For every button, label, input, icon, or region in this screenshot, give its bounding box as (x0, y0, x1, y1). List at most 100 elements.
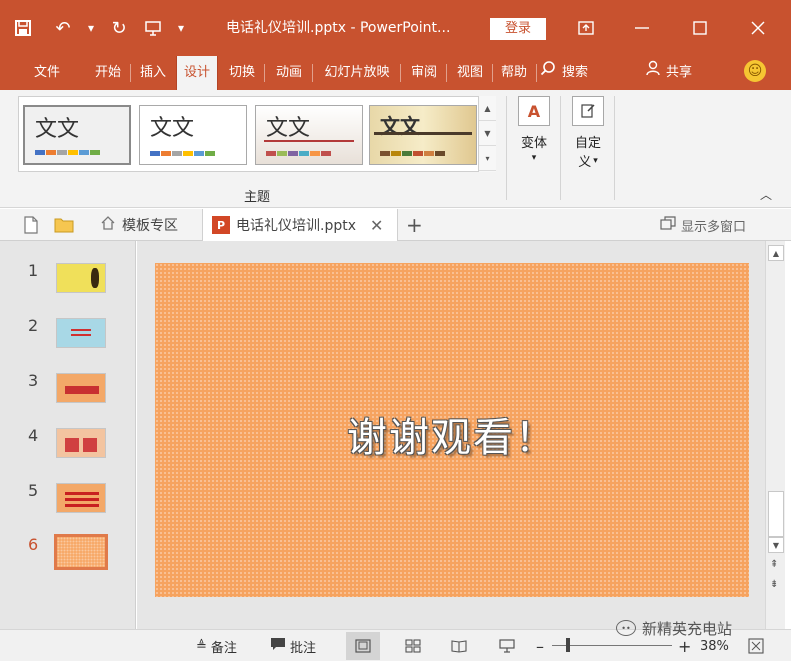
theme-option[interactable]: 文文 (255, 105, 363, 165)
slide-thumbnail-item-active[interactable]: 6 (0, 533, 136, 573)
wechat-logo-icon: •• (616, 620, 636, 636)
notes-button[interactable]: ≜ 备注 (196, 630, 237, 661)
reading-view-icon[interactable] (442, 632, 476, 660)
slide-number: 3 (28, 371, 39, 390)
slide-number: 6 (28, 535, 39, 554)
slide-thumbnail-item[interactable]: 4 (0, 424, 136, 464)
theme-color-swatches (380, 151, 445, 156)
undo-dropdown-icon[interactable]: ▾ (80, 0, 102, 56)
slide-thumbnail-item[interactable]: 2 (0, 314, 136, 354)
present-from-start-icon[interactable] (136, 0, 170, 56)
collapse-ribbon-icon[interactable]: ︿ (760, 186, 772, 203)
customize-icon (572, 96, 604, 126)
slide-thumbnail[interactable] (56, 483, 106, 513)
slide-thumbnail[interactable] (56, 373, 106, 403)
comment-icon (270, 637, 286, 655)
slide-title-text[interactable]: 谢谢观看！ (155, 405, 749, 463)
tab-separator (446, 64, 447, 82)
fit-to-window-icon[interactable] (748, 630, 764, 661)
feedback-smiley-icon[interactable]: ☺ (744, 60, 766, 82)
chevron-down-icon: ▾ (531, 153, 537, 163)
templates-tab[interactable]: 模板专区 (100, 209, 178, 241)
tab-transitions[interactable]: 切换 (222, 56, 262, 90)
ribbon-tab-bar: 文件 开始 插入 设计 切换 动画 幻灯片放映 审阅 视图 帮助 搜索 共享 (0, 56, 791, 90)
scroll-up-icon[interactable]: ▲ (768, 245, 784, 261)
variants-icon: A (518, 96, 550, 126)
share-label: 共享 (666, 65, 693, 80)
zoom-slider-knob[interactable] (566, 638, 570, 652)
open-folder-icon[interactable] (54, 209, 74, 241)
variants-button[interactable]: A 变体 ▾ (512, 96, 556, 163)
slide-thumbnail-item[interactable]: 3 (0, 369, 136, 409)
maximize-icon[interactable] (672, 0, 728, 56)
tab-review[interactable]: 审阅 (404, 56, 444, 90)
new-file-icon[interactable] (24, 209, 38, 241)
slide-thumbnail[interactable] (56, 428, 106, 458)
customize-button[interactable]: 自定 义 ▾ (566, 96, 610, 170)
undo-icon[interactable]: ↶ (46, 0, 80, 56)
redo-icon[interactable]: ↻ (102, 0, 136, 56)
scrollbar-thumb[interactable] (768, 491, 784, 537)
customize-qat-icon[interactable]: ▾ (170, 0, 192, 56)
slideshow-view-icon[interactable] (490, 632, 524, 660)
tab-design[interactable]: 设计 (176, 56, 218, 90)
new-tab-plus-icon[interactable]: + (406, 209, 423, 241)
tab-view[interactable]: 视图 (450, 56, 490, 90)
tab-slideshow[interactable]: 幻灯片放映 (316, 56, 398, 90)
tab-separator (492, 64, 493, 82)
theme-option[interactable]: 文文 (23, 105, 131, 165)
slide-sorter-view-icon[interactable] (396, 632, 430, 660)
normal-view-icon[interactable] (346, 632, 380, 660)
save-icon[interactable] (0, 0, 46, 56)
window-title: 电话礼仪培训.pptx - PowerPoint... (226, 20, 451, 36)
theme-option[interactable]: 文文 (369, 105, 477, 165)
slide-thumbnail-item[interactable]: 1 (0, 259, 136, 299)
tab-file[interactable]: 文件 (22, 56, 72, 90)
minimize-icon[interactable] (614, 0, 670, 56)
ribbon-display-options-icon[interactable] (558, 0, 614, 56)
gallery-scroll-up-icon[interactable]: ▲ (479, 96, 496, 121)
tab-animations[interactable]: 动画 (268, 56, 310, 90)
tab-home[interactable]: 开始 (86, 56, 130, 90)
login-button[interactable]: 登录 (490, 18, 546, 40)
tab-help[interactable]: 帮助 (494, 56, 534, 90)
search-box[interactable]: 搜索 (540, 56, 588, 90)
tab-insert[interactable]: 插入 (134, 56, 172, 90)
multiwindow-label: 显示多窗口 (681, 219, 747, 235)
theme-preview-text: 文文 (150, 116, 195, 141)
gallery-scroll-down-icon[interactable]: ▼ (479, 121, 496, 146)
zoom-out-icon[interactable]: – (536, 630, 544, 661)
show-multiwindow-button[interactable]: 显示多窗口 (660, 209, 746, 241)
group-label-themes: 主题 (244, 190, 271, 205)
search-icon (540, 56, 556, 90)
share-button[interactable]: 共享 (646, 56, 692, 90)
zoom-slider-track[interactable] (552, 645, 672, 646)
document-tab-bar: 模板专区 P 电话礼仪培训.pptx ✕ + 显示多窗口 (0, 209, 791, 241)
next-slide-icon[interactable]: ⇟ (770, 579, 778, 590)
gallery-more-icon[interactable]: ▾ (479, 146, 496, 171)
close-tab-icon[interactable]: ✕ (370, 216, 383, 235)
scroll-down-icon[interactable]: ▼ (768, 537, 784, 553)
slide-thumbnail[interactable] (56, 263, 106, 293)
comments-button[interactable]: 批注 (270, 630, 316, 661)
theme-color-swatches (150, 151, 215, 156)
slide-thumbnail-item[interactable]: 5 (0, 479, 136, 519)
watermark-text: 新精英充电站 (642, 619, 733, 638)
tab-separator (130, 64, 131, 82)
active-document-name: 电话礼仪培训.pptx (236, 218, 356, 234)
active-document-tab-content[interactable]: P 电话礼仪培训.pptx ✕ (212, 209, 383, 241)
ribbon-design-panel: 文文 文文 文文 文文 ▲ ▼ ▾ 主题 A 变体 ▾ 自定 义 ▾ ︿ (0, 90, 791, 208)
slide-number: 2 (28, 316, 39, 335)
current-slide[interactable]: 谢谢观看！ (155, 263, 749, 597)
vertical-scrollbar[interactable]: ▲ ▼ ⇞ ⇟ (765, 241, 785, 629)
slide-thumbnail[interactable] (54, 534, 108, 570)
home-icon (100, 215, 116, 235)
themes-gallery: 文文 文文 文文 文文 (18, 96, 496, 172)
close-icon[interactable] (730, 0, 786, 56)
theme-preview-text: 文文 (266, 116, 311, 141)
theme-option[interactable]: 文文 (139, 105, 247, 165)
tab-separator (536, 64, 537, 82)
theme-preview-text: 文文 (35, 117, 80, 142)
previous-slide-icon[interactable]: ⇞ (770, 559, 778, 570)
slide-thumbnail[interactable] (56, 318, 106, 348)
